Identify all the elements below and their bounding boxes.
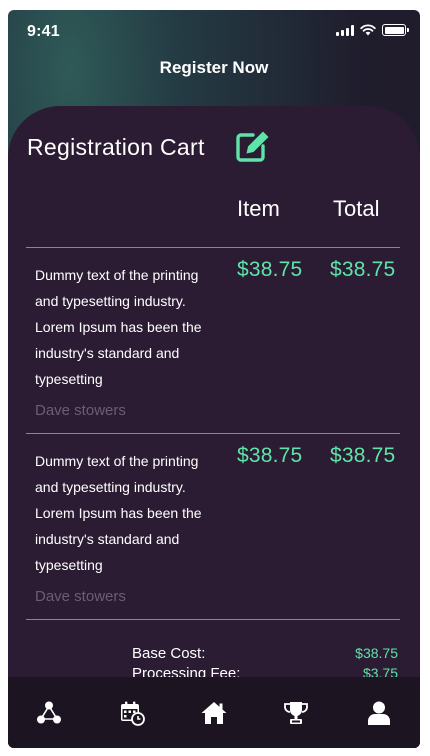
nav-item-home[interactable] [194, 693, 234, 733]
column-header-total: Total [333, 196, 380, 221]
line-registrant-name: Dave stowers [35, 402, 126, 419]
status-icons [336, 24, 409, 36]
nav-item-calendar[interactable] [112, 693, 152, 733]
summary-value: $38.75 [355, 645, 398, 661]
calendar-icon [120, 701, 145, 726]
cart-title: Registration Cart [27, 134, 205, 160]
divider [26, 619, 400, 620]
status-bar: 9:41 [8, 10, 420, 54]
divider [26, 433, 400, 434]
page-title: Register Now [159, 58, 269, 77]
line-item-price: $38.75 [237, 444, 303, 467]
nav-item-trophy[interactable] [276, 693, 316, 733]
battery-icon [382, 24, 409, 36]
registration-cart-card: Registration Cart Item Total Dummy text … [8, 106, 420, 748]
trophy-icon [284, 701, 309, 724]
line-total-price: $38.75 [330, 258, 396, 281]
column-header-item: Item [237, 196, 280, 221]
nav-item-profile[interactable] [359, 693, 399, 733]
line-item-price: $38.75 [237, 258, 303, 281]
status-time: 9:41 [27, 23, 60, 40]
line-total-price: $38.75 [330, 444, 396, 467]
profile-icon [367, 701, 390, 725]
network-icon [37, 701, 62, 723]
wifi-icon [360, 24, 376, 36]
cellular-signal-icon [336, 24, 354, 36]
home-icon [201, 701, 227, 724]
summary-label: Base Cost: [132, 645, 206, 662]
edit-icon[interactable] [235, 129, 271, 163]
phone-screen: 9:41 Register Now Registration Cart Item… [8, 10, 420, 748]
divider [26, 247, 400, 248]
line-description: Dummy text of the printing and typesetti… [35, 453, 202, 573]
bottom-nav [8, 677, 420, 748]
line-registrant-name: Dave stowers [35, 588, 126, 605]
nav-item-network[interactable] [29, 693, 69, 733]
line-description: Dummy text of the printing and typesetti… [35, 267, 202, 387]
